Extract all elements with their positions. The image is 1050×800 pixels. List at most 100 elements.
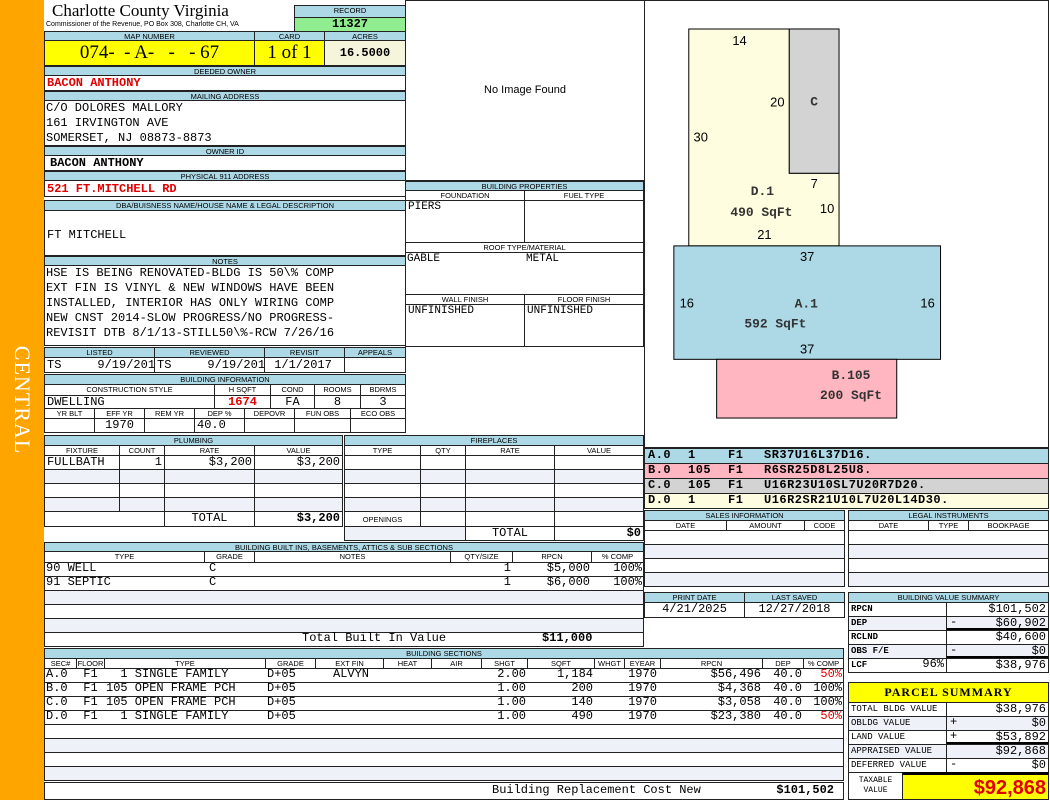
built-in-row bbox=[44, 562, 644, 577]
mailing-address-line: 161 IRVINGTON AVE bbox=[46, 116, 169, 130]
building-info-value bbox=[350, 418, 406, 433]
plumbing-cell bbox=[164, 469, 255, 484]
sketch-dimension: 16 bbox=[920, 296, 934, 311]
openings-cell bbox=[554, 511, 644, 527]
plumbing-cell bbox=[254, 469, 343, 484]
fireplace-cell bbox=[420, 497, 466, 512]
office-subtitle: Commissioner of the Revenue, PO Box 308,… bbox=[46, 21, 239, 28]
plumbing-cell bbox=[44, 497, 120, 512]
sketch-code-cell: C.0 bbox=[648, 479, 672, 492]
note-line: REVISIT DTB 8/1/13-STILL50\%-RCW 7/26/16 bbox=[46, 326, 335, 340]
parcel-summary-title: PARCEL SUMMARY bbox=[848, 682, 1049, 703]
summary-sign: - bbox=[950, 644, 958, 657]
legal-row bbox=[848, 530, 1049, 545]
section-row bbox=[44, 710, 844, 725]
sketch-code-cell: B.0 bbox=[648, 464, 672, 477]
building-info-value: 1674 bbox=[214, 395, 271, 409]
building-info-value bbox=[244, 418, 295, 433]
openings-cell: OPENINGS bbox=[344, 511, 421, 527]
plumbing-total: $3,200 bbox=[254, 511, 343, 527]
review-value: TS 9/19/2018 bbox=[154, 357, 265, 373]
parcel-summary-sign bbox=[948, 744, 963, 759]
parcel-summary-sign bbox=[948, 702, 963, 717]
sketch-dimension: 37 bbox=[800, 249, 814, 264]
openings-cell bbox=[465, 511, 555, 527]
plumbing-cell bbox=[119, 497, 165, 512]
last-saved-date: 12/27/2018 bbox=[744, 602, 845, 618]
fireplace-cell bbox=[344, 497, 421, 512]
card-number: 1 of 1 bbox=[254, 40, 325, 66]
foundation-value: PIERS bbox=[405, 200, 525, 243]
map-number: 074- - A- - - 67 bbox=[44, 40, 255, 66]
building-info-value bbox=[144, 418, 195, 433]
sketch-code-cell: F1 bbox=[728, 464, 744, 477]
sales-row bbox=[644, 544, 845, 559]
sketch-dimension: 16 bbox=[680, 296, 694, 311]
lcf-percent: 96% bbox=[922, 658, 944, 671]
parcel-summary-label: TOTAL BLDG VALUE bbox=[848, 702, 947, 717]
sketch-label-b: B.105 bbox=[832, 368, 871, 383]
parcel-summary-sign: - bbox=[950, 758, 958, 771]
plumbing-cell bbox=[164, 483, 255, 498]
plumbing-cell: $3,200 bbox=[254, 455, 343, 470]
parcel-summary-label: APPRAISED VALUE bbox=[848, 744, 947, 759]
sketch-code-cell: 105 bbox=[688, 464, 712, 477]
note-line: NEW CNST 2014-SLOW PROGRESS/NO PROGRESS- bbox=[46, 311, 335, 325]
district-sidebar: CENTRAL bbox=[0, 0, 44, 800]
built-in-total-label: Total Built In Value bbox=[302, 632, 447, 645]
fireplace-cell bbox=[554, 455, 644, 470]
fireplace-cell bbox=[344, 483, 421, 498]
sketch-dimension: 37 bbox=[800, 341, 814, 356]
review-value: 1/1/2017 bbox=[264, 357, 345, 373]
physical-address: 521 FT.MITCHELL RD bbox=[44, 180, 406, 197]
fireplace-cell bbox=[465, 455, 555, 470]
fireplace-cell bbox=[465, 483, 555, 498]
sketch-code-cell: U16R2SR21U10L7U20L14D30. bbox=[764, 494, 949, 507]
fireplace-cell bbox=[344, 469, 421, 484]
built-in-row-empty bbox=[44, 604, 644, 619]
fuel-type-value bbox=[524, 200, 644, 243]
plumbing-cell bbox=[254, 497, 343, 512]
building-info-value: FA bbox=[270, 395, 315, 409]
lcf-percent bbox=[905, 616, 946, 631]
sketch-sqft-b: 200 SqFt bbox=[820, 388, 882, 403]
parcel-summary-sign: + bbox=[950, 730, 958, 743]
sales-row bbox=[644, 558, 845, 573]
sketch-dimension: 14 bbox=[732, 33, 746, 48]
plumbing-cell bbox=[119, 469, 165, 484]
building-info-value bbox=[44, 418, 95, 433]
building-info-value: 8 bbox=[314, 395, 361, 409]
acres-value: 16.5000 bbox=[324, 40, 406, 66]
plumbing-cell bbox=[254, 483, 343, 498]
summary-sign bbox=[948, 630, 963, 645]
building-info-value: 1970 bbox=[94, 418, 145, 433]
parcel-summary-sign: + bbox=[950, 716, 958, 729]
lcf-percent bbox=[905, 644, 946, 659]
record-number: 11327 bbox=[294, 17, 406, 32]
floor-finish-value: UNFINISHED bbox=[524, 304, 644, 347]
wall-finish-value: UNFINISHED bbox=[405, 304, 525, 347]
mailing-address-line: SOMERSET, NJ 08873-8873 bbox=[46, 131, 212, 145]
built-in-row bbox=[44, 576, 644, 591]
sales-row bbox=[644, 530, 845, 545]
section-row-empty bbox=[44, 766, 844, 781]
plumbing-total-label: TOTAL bbox=[164, 511, 255, 527]
fireplace-cell bbox=[344, 455, 421, 470]
parcel-summary-label: DEFERRED VALUE bbox=[848, 758, 947, 773]
note-line: EXT FIN IS VINYL & NEW WINDOWS HAVE BEEN bbox=[46, 281, 335, 295]
section-row bbox=[44, 696, 844, 711]
fireplace-cell bbox=[420, 469, 466, 484]
review-value: TS 9/19/2018 bbox=[44, 357, 155, 373]
section-row-empty bbox=[44, 752, 844, 767]
sketch-code-cell: R6SR25D8L25U8. bbox=[764, 464, 872, 477]
deeded-owner: BACON ANTHONY bbox=[44, 75, 406, 91]
fireplace-total-blank bbox=[344, 526, 466, 541]
legal-row bbox=[848, 558, 1049, 573]
fireplace-cell bbox=[420, 483, 466, 498]
sketch-code-cell: A.0 bbox=[648, 449, 672, 462]
sketch-code-cell: F1 bbox=[728, 449, 744, 462]
replacement-cost-total: $101,502 bbox=[776, 784, 834, 797]
owner-id: BACON ANTHONY bbox=[44, 155, 406, 171]
sketch-sqft-a: 592 SqFt bbox=[744, 316, 806, 331]
summary-sign: - bbox=[950, 616, 958, 629]
